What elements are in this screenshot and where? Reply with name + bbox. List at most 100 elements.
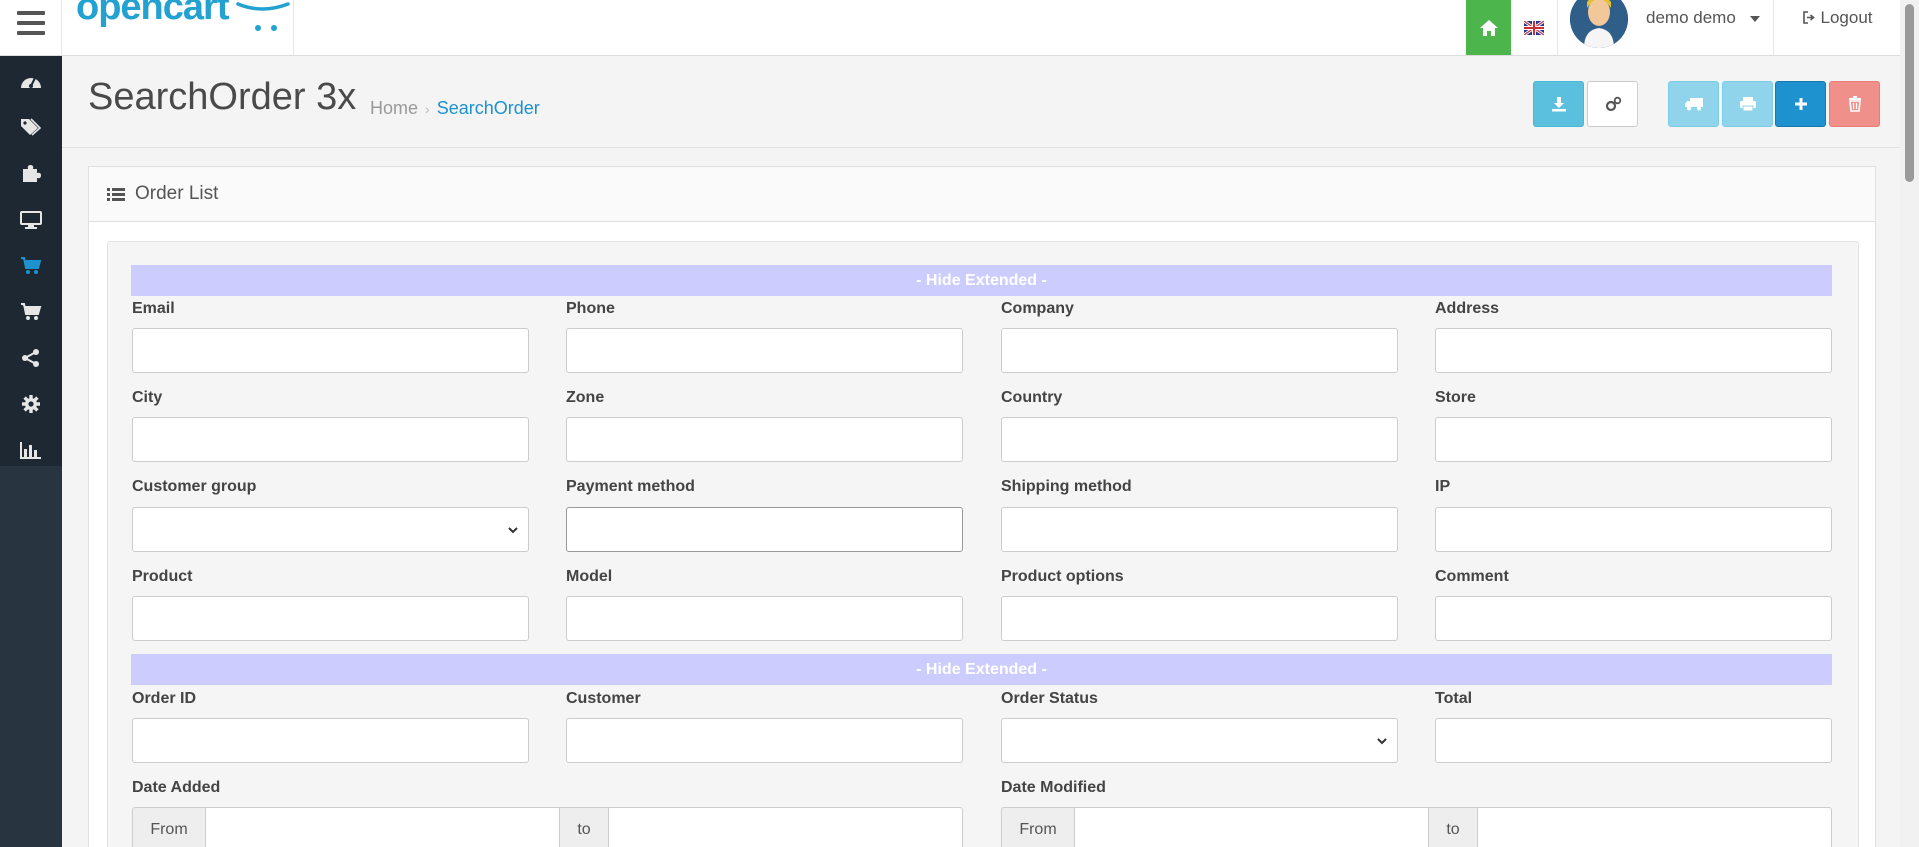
sidebar (0, 56, 62, 847)
comment-field[interactable] (1435, 596, 1832, 641)
zone-label: Zone (566, 389, 605, 406)
date-added-to-field[interactable] (608, 807, 963, 847)
sidebar-item-system[interactable] (0, 381, 62, 427)
panel-title: Order List (135, 183, 219, 204)
logout-label: Logout (1820, 8, 1873, 27)
total-label: Total (1435, 690, 1473, 707)
settings-button[interactable] (1587, 81, 1638, 127)
city-label: City (132, 389, 163, 406)
sidebar-item-sales[interactable] (0, 243, 62, 289)
trash-icon (1848, 96, 1861, 112)
puzzle-icon (23, 165, 41, 182)
language-selector[interactable] (1511, 0, 1558, 55)
cogs-icon (1605, 96, 1621, 112)
store-field[interactable] (1435, 417, 1832, 462)
menu-toggle-button[interactable] (0, 0, 62, 55)
company-label: Company (1001, 300, 1074, 317)
sidebar-item-extensions[interactable] (0, 150, 62, 196)
payment-method-label: Payment method (566, 478, 695, 495)
breadcrumb-home-link[interactable]: Home (370, 98, 418, 118)
print-icon (1739, 97, 1756, 112)
model-field[interactable] (566, 596, 963, 641)
sidebar-item-catalog[interactable] (0, 104, 62, 150)
uk-flag-icon (1524, 20, 1544, 35)
hamburger-icon (16, 10, 45, 39)
sidebar-item-customers[interactable] (0, 289, 62, 335)
sidebar-item-design[interactable] (0, 197, 62, 243)
hide-extended-toggle[interactable]: - Hide Extended - (131, 265, 1832, 296)
truck-icon (1684, 98, 1703, 111)
download-button[interactable] (1533, 81, 1584, 127)
date-modified-from-field[interactable] (1074, 807, 1429, 847)
sidebar-item-marketing[interactable] (0, 335, 62, 381)
shipping-method-field[interactable] (1001, 507, 1398, 552)
user-menu[interactable]: demo demo (1558, 0, 1774, 55)
zone-field[interactable] (566, 417, 963, 462)
page-title: SearchOrder 3x (88, 76, 357, 118)
logo-text: opencart (76, 0, 229, 28)
opencart-logo[interactable]: opencart (62, 0, 294, 55)
customer-group-select[interactable] (132, 507, 529, 552)
chevron-down-icon (508, 527, 518, 534)
date-added-to-label: to (559, 807, 609, 847)
tags-icon (21, 118, 42, 136)
breadcrumb-separator: › (425, 101, 430, 117)
delete-button[interactable] (1829, 81, 1880, 127)
sign-out-icon (1802, 11, 1815, 24)
breadcrumb: Home › SearchOrder (370, 98, 540, 119)
shipping-button[interactable] (1668, 81, 1719, 127)
print-button[interactable] (1722, 81, 1773, 127)
logout-link[interactable]: Logout (1774, 0, 1900, 55)
download-icon (1551, 97, 1566, 112)
country-field[interactable] (1001, 417, 1398, 462)
date-added-label: Date Added (132, 779, 221, 796)
email-field[interactable] (132, 328, 529, 373)
cog-icon (22, 395, 40, 413)
bar-chart-icon (20, 442, 41, 459)
page-scrollbar[interactable] (1900, 0, 1919, 847)
payment-method-field[interactable] (566, 507, 963, 552)
product-options-label: Product options (1001, 568, 1124, 585)
company-field[interactable] (1001, 328, 1398, 373)
order-status-label: Order Status (1001, 690, 1098, 707)
ip-field[interactable] (1435, 507, 1832, 552)
dashboard-icon (21, 77, 41, 88)
email-label: Email (132, 300, 175, 317)
city-field[interactable] (132, 417, 529, 462)
user-name: demo demo (1646, 8, 1736, 27)
product-field[interactable] (132, 596, 529, 641)
country-label: Country (1001, 389, 1063, 406)
customer-group-label: Customer group (132, 478, 257, 495)
date-modified-to-field[interactable] (1477, 807, 1832, 847)
phone-field[interactable] (566, 328, 963, 373)
phone-label: Phone (566, 300, 615, 317)
logo-cart-icon (236, 2, 290, 31)
customer-label: Customer (566, 690, 641, 707)
chevron-down-icon (1377, 738, 1387, 745)
hide-extended-toggle-bottom[interactable]: - Hide Extended - (131, 654, 1832, 685)
breadcrumb-current-link[interactable]: SearchOrder (437, 98, 540, 118)
ip-label: IP (1435, 478, 1451, 495)
model-label: Model (566, 568, 613, 585)
caret-down-icon (1750, 16, 1760, 22)
plus-icon (1794, 98, 1807, 110)
top-header: opencart demo demo Logout (0, 0, 1900, 56)
date-added-from-field[interactable] (205, 807, 560, 847)
total-field[interactable] (1435, 718, 1832, 763)
order-status-select[interactable] (1001, 718, 1398, 763)
shipping-method-label: Shipping method (1001, 478, 1132, 495)
add-button[interactable] (1775, 81, 1826, 127)
date-modified-from-label: From (1001, 807, 1075, 847)
sidebar-item-reports[interactable] (0, 427, 62, 473)
order-id-field[interactable] (132, 718, 529, 763)
address-field[interactable] (1435, 328, 1832, 373)
scrollbar-thumb[interactable] (1905, 4, 1914, 182)
home-button[interactable] (1466, 0, 1511, 55)
product-options-field[interactable] (1001, 596, 1398, 641)
avatar (1570, 0, 1628, 48)
customer-field[interactable] (566, 718, 963, 763)
store-label: Store (1435, 389, 1476, 406)
date-modified-to-label: to (1428, 807, 1478, 847)
sidebar-item-dashboard[interactable] (0, 58, 62, 104)
date-modified-label: Date Modified (1001, 779, 1106, 796)
